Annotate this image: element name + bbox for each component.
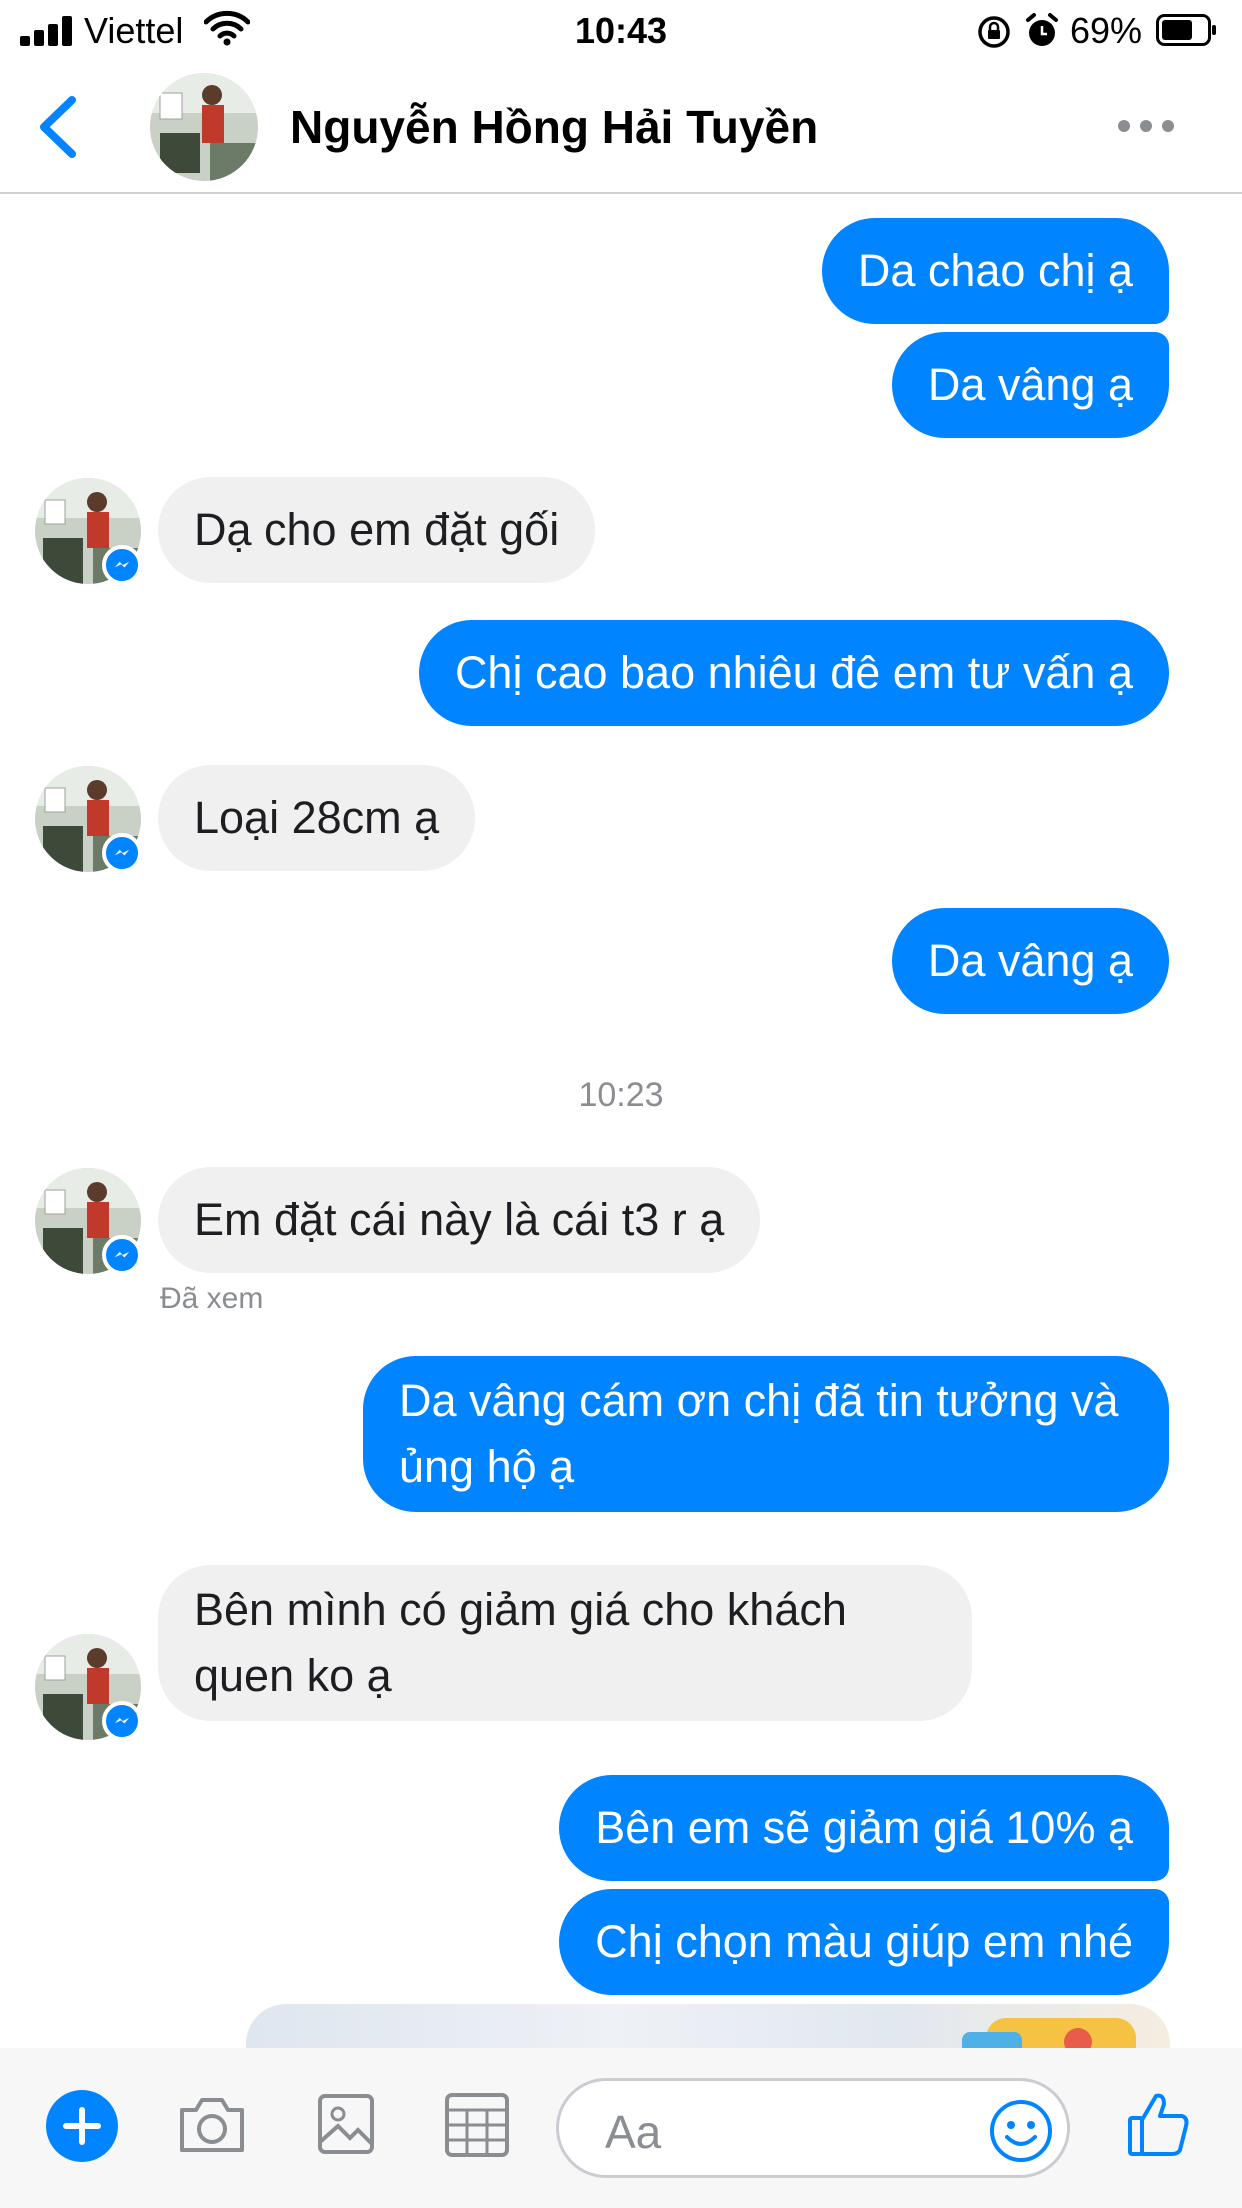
message-text: Bên em sẽ giảm giá 10% ạ [595, 1802, 1133, 1853]
outgoing-message[interactable]: Chị chọn màu giúp em nhé [559, 1889, 1169, 1995]
messenger-badge-icon [102, 545, 142, 585]
contact-avatar-small[interactable] [35, 1634, 142, 1741]
message-text: Da vâng ạ [927, 935, 1133, 986]
message-text: Chị cao bao nhiêu đê em tư vấn ạ [454, 647, 1133, 698]
chat-header: Nguyễn Hồng Hải Tuyền [0, 62, 1242, 194]
message-placeholder: Aa [605, 2106, 662, 2158]
contact-avatar-small[interactable] [35, 478, 142, 585]
incoming-message[interactable]: Bên mình có giảm giá cho khách quen ko ạ [158, 1565, 972, 1721]
outgoing-message[interactable]: Da vâng ạ [891, 332, 1169, 438]
back-icon[interactable] [30, 92, 90, 162]
message-text: Loại 28cm ạ [194, 792, 440, 843]
outgoing-message[interactable]: Chị cao bao nhiêu đê em tư vấn ạ [418, 620, 1169, 726]
composer-bar: Aa [0, 2048, 1242, 2208]
message-text: Bên mình có giảm giá cho khách quen ko ạ [194, 1584, 847, 1701]
contact-avatar-small[interactable] [35, 1168, 142, 1275]
message-text: Da chao chị ạ [857, 245, 1133, 296]
battery-icon [1156, 14, 1216, 46]
message-text: Dạ cho em đặt gối [194, 504, 560, 555]
rotation-lock-icon [978, 16, 1010, 48]
incoming-message[interactable]: Loại 28cm ạ [158, 765, 476, 871]
message-text: Da vâng cám ơn chị đã tin tưởng và ủng h… [399, 1375, 1119, 1492]
status-bar: Viettel 10:43 69% [0, 0, 1242, 62]
outgoing-message[interactable]: Da chao chị ạ [821, 218, 1169, 324]
plus-icon[interactable] [44, 2088, 120, 2164]
message-text: Da vâng ạ [927, 359, 1133, 410]
contact-name[interactable]: Nguyễn Hồng Hải Tuyền [290, 100, 818, 154]
contact-avatar-small[interactable] [35, 766, 142, 873]
alarm-icon [1026, 13, 1058, 46]
outgoing-message[interactable]: Da vâng ạ [891, 908, 1169, 1014]
battery-percent: 69% [1070, 10, 1143, 51]
messenger-badge-icon [102, 833, 142, 873]
incoming-message[interactable]: Em đặt cái này là cái t3 r ạ [158, 1167, 761, 1273]
like-icon[interactable] [1126, 2090, 1192, 2158]
message-input[interactable]: Aa [556, 2078, 1070, 2178]
message-text: Em đặt cái này là cái t3 r ạ [194, 1194, 725, 1245]
camera-icon[interactable] [176, 2092, 248, 2156]
messenger-badge-icon [102, 1701, 142, 1741]
outgoing-message[interactable]: Bên em sẽ giảm giá 10% ạ [559, 1775, 1169, 1881]
image-icon[interactable] [316, 2092, 376, 2156]
more-icon[interactable] [1118, 112, 1174, 142]
seen-indicator: Đã xem [160, 1282, 264, 1315]
message-text: Chị chọn màu giúp em nhé [595, 1916, 1133, 1967]
incoming-message[interactable]: Dạ cho em đặt gối [158, 477, 596, 583]
outgoing-message[interactable]: Da vâng cám ơn chị đã tin tưởng và ủng h… [363, 1356, 1169, 1512]
grid-icon[interactable] [444, 2092, 510, 2158]
contact-avatar[interactable] [150, 73, 258, 181]
timestamp: 10:23 [578, 1076, 664, 1114]
messenger-badge-icon [102, 1235, 142, 1275]
emoji-icon[interactable] [989, 2099, 1053, 2163]
